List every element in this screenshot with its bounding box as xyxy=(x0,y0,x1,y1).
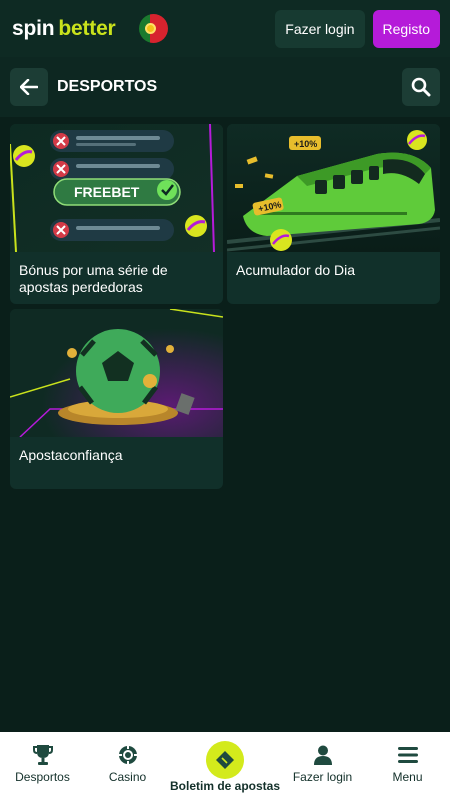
top-header: spin better Fazer login Registo xyxy=(0,0,450,57)
nav-item-login[interactable]: Fazer login xyxy=(280,732,365,800)
casino-chip-icon xyxy=(118,746,137,764)
ticket-icon xyxy=(216,751,235,769)
nav-label: Desportos xyxy=(15,770,70,784)
nav-item-casino[interactable]: Casino xyxy=(85,732,170,800)
arrow-left-icon xyxy=(20,79,38,95)
trophy-icon xyxy=(32,745,53,765)
nav-label: Menu xyxy=(392,770,423,784)
nav-label: Fazer login xyxy=(292,770,353,784)
logo-spin-text: spin xyxy=(12,16,55,40)
login-button[interactable]: Fazer login xyxy=(275,9,365,48)
bottom-navigation: Desportos Casino Boletim de apostas Faze… xyxy=(0,732,450,800)
nav-label: Casino xyxy=(108,770,147,784)
freebet-badge-text: FREEBET xyxy=(74,184,140,200)
promo-image-train: +10% +10% xyxy=(227,124,440,252)
back-button[interactable] xyxy=(10,68,48,106)
nav-item-sports[interactable]: Desportos xyxy=(0,732,85,800)
register-button[interactable]: Registo xyxy=(372,9,440,48)
hamburger-icon xyxy=(397,747,418,763)
promo-title: Acumulador do Dia xyxy=(236,262,356,278)
promo-card-losing-streak[interactable]: FREEBET Bónus por uma série de apostas p… xyxy=(10,124,223,304)
nav-item-betslip[interactable]: Boletim de apostas xyxy=(170,732,280,800)
search-icon xyxy=(411,77,431,97)
promo-card-daily-accumulator[interactable]: +10% +10% Acumulador do Dia xyxy=(227,124,440,304)
promo-card-bet-insurance[interactable]: Apostaconfiança xyxy=(10,309,223,489)
search-button[interactable] xyxy=(402,68,440,106)
betslip-button[interactable] xyxy=(206,741,245,779)
nav-label: Boletim de apostas xyxy=(170,779,281,793)
logo-better-text: better xyxy=(58,16,116,40)
tag-plus-10-a: +10% xyxy=(294,139,317,149)
promo-title: Apostaconfiança xyxy=(19,447,123,463)
promo-title: Bónus por uma série de apostas perdedora… xyxy=(19,262,168,295)
page-title: DESPORTOS xyxy=(57,78,158,95)
promo-image-freebet: FREEBET xyxy=(10,124,223,252)
promo-image-football xyxy=(10,309,223,437)
portugal-flag-icon[interactable] xyxy=(138,14,168,43)
nav-item-menu[interactable]: Menu xyxy=(365,732,450,800)
section-header: DESPORTOS xyxy=(0,57,450,117)
spinbetter-logo[interactable]: spin better xyxy=(12,17,116,41)
user-icon xyxy=(313,745,332,765)
